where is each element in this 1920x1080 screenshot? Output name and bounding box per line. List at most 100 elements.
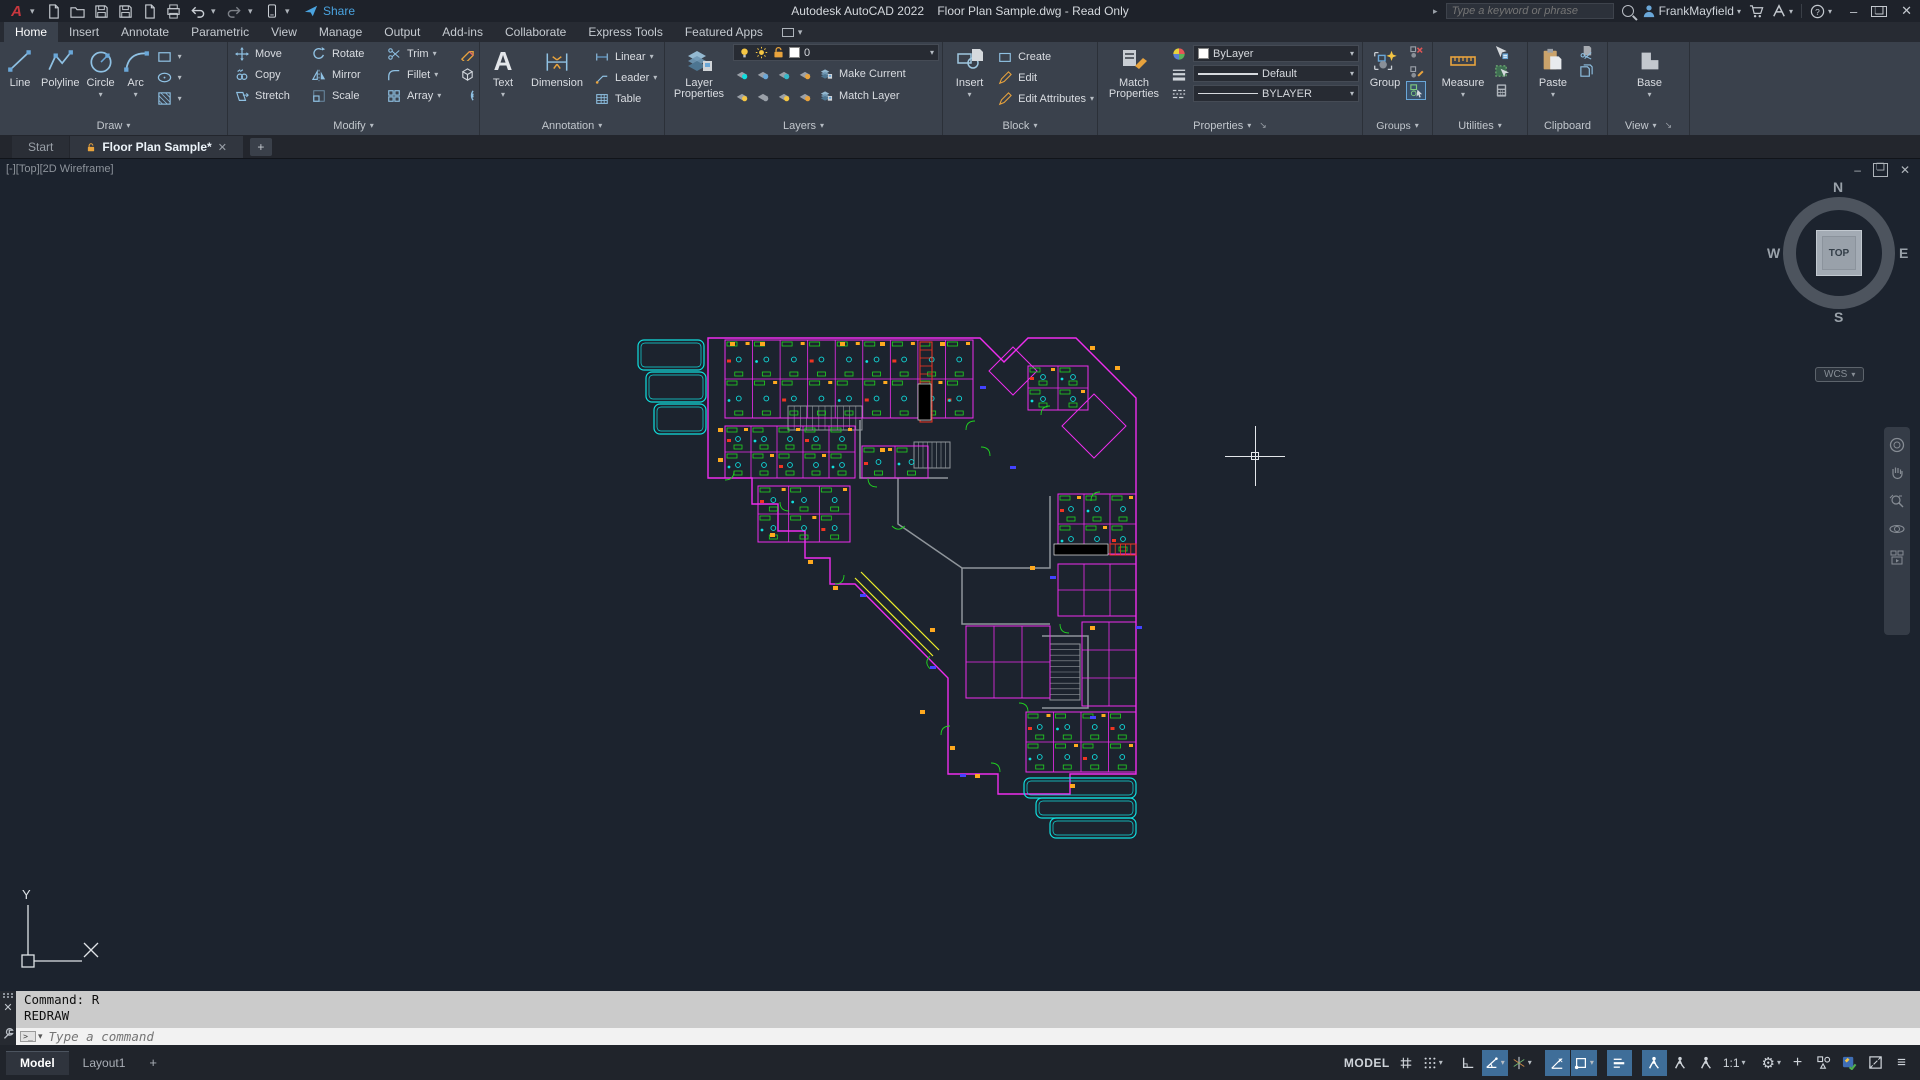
viewcube-top-face[interactable]: TOP <box>1816 230 1862 276</box>
sign-in-control[interactable]: FrankMayfield ▾ <box>1642 4 1741 18</box>
edit-block-button[interactable]: Edit <box>996 68 1094 87</box>
ribbon-tab-collaborate[interactable]: Collaborate <box>494 22 577 42</box>
wcs-menu[interactable]: WCS▾ <box>1815 367 1864 382</box>
leader-button[interactable]: Leader▾ <box>593 68 657 87</box>
ribbon-tab-parametric[interactable]: Parametric <box>180 22 260 42</box>
ribbon-tab-insert[interactable]: Insert <box>58 22 110 42</box>
ortho-toggle[interactable] <box>1456 1050 1481 1076</box>
line-button[interactable]: Line <box>5 44 35 90</box>
view-launcher-icon[interactable]: ↘ <box>1665 120 1673 131</box>
color-wheel-icon[interactable] <box>1170 45 1188 62</box>
undo-icon[interactable] <box>187 2 208 20</box>
customization-button[interactable]: ≡ <box>1889 1050 1914 1076</box>
table-button[interactable]: Table <box>593 89 657 108</box>
paste-button[interactable]: Paste ▾ <box>1533 44 1573 100</box>
panel-label-groups[interactable]: Groups▾ <box>1363 118 1432 135</box>
object-snap-toggle[interactable]: ▾ <box>1571 1050 1597 1076</box>
ribbon-tab-express-tools[interactable]: Express Tools <box>577 22 673 42</box>
viewport-controls[interactable]: [-][Top][2D Wireframe] <box>6 163 114 175</box>
layer-thaw-all-button[interactable] <box>775 87 793 104</box>
command-history[interactable]: Command: R REDRAW <box>16 991 1920 1028</box>
panel-label-modify[interactable]: Modify▾ <box>228 118 479 135</box>
layer-isolate-button[interactable] <box>754 65 772 82</box>
circle-button[interactable]: Circle ▾ <box>86 44 116 100</box>
autoscale-toggle[interactable] <box>1668 1050 1693 1076</box>
snap-toggle[interactable]: ▾ <box>1420 1050 1446 1076</box>
linetype-icon[interactable] <box>1170 85 1188 102</box>
plot-icon[interactable] <box>139 2 160 20</box>
open-file-icon[interactable] <box>67 2 88 20</box>
viewcube-south[interactable]: S <box>1834 309 1843 325</box>
properties-launcher-icon[interactable]: ↘ <box>1259 120 1267 131</box>
ribbon-tab-featured-apps[interactable]: Featured Apps <box>674 22 774 42</box>
save-as-icon[interactable] <box>115 2 136 20</box>
pan-icon[interactable] <box>1889 465 1905 481</box>
doc-close-button[interactable]: ✕ <box>1900 163 1910 177</box>
redo-icon[interactable] <box>224 2 245 20</box>
restore-button[interactable]: ❏ <box>1871 6 1887 17</box>
group-edit-button[interactable] <box>1407 63 1425 80</box>
panel-label-clipboard[interactable]: Clipboard <box>1528 118 1607 135</box>
scale-button[interactable]: Scale <box>310 86 383 105</box>
lineweight-icon[interactable] <box>1170 65 1188 82</box>
drawing-canvas[interactable]: [-][Top][2D Wireframe] – ❏ ✕ N W E S TOP… <box>0 158 1920 991</box>
annotation-scale-icon[interactable] <box>1694 1050 1719 1076</box>
ribbon-tab-annotate[interactable]: Annotate <box>110 22 180 42</box>
save-icon[interactable] <box>91 2 112 20</box>
object-snap-tracking-toggle[interactable] <box>1545 1050 1570 1076</box>
layer-on2-button[interactable] <box>733 87 751 104</box>
orbit-icon[interactable] <box>1889 521 1905 537</box>
isometric-drafting-toggle[interactable]: ▾ <box>1509 1050 1535 1076</box>
select-region-button[interactable] <box>1492 63 1510 80</box>
create-block-button[interactable]: Create <box>996 47 1094 66</box>
rectangle-button[interactable]: ▾ <box>156 47 182 66</box>
move-button[interactable]: Move <box>233 44 308 63</box>
match-properties-button[interactable]: Match Properties <box>1103 44 1165 101</box>
grid-toggle[interactable] <box>1394 1050 1419 1076</box>
command-close-icon[interactable]: ✕ <box>3 1001 12 1014</box>
edit-attributes-button[interactable]: Edit Attributes▾ <box>996 89 1094 108</box>
qat-customize-caret-icon[interactable]: ▾ <box>285 6 295 17</box>
viewcube-north[interactable]: N <box>1833 179 1843 195</box>
group-button[interactable]: Group <box>1365 44 1405 90</box>
layer-unisolate-button[interactable] <box>754 87 772 104</box>
stretch-button[interactable]: Stretch <box>233 86 308 105</box>
undo-caret-icon[interactable]: ▾ <box>211 6 221 17</box>
ribbon-tab-home[interactable]: Home <box>4 22 58 42</box>
application-menu-caret-icon[interactable]: ▾ <box>30 6 40 17</box>
command-tools-icon[interactable] <box>2 1027 15 1040</box>
application-menu-button[interactable]: A <box>6 2 27 20</box>
navigation-bar[interactable] <box>1884 427 1910 635</box>
command-input[interactable] <box>49 1029 1920 1044</box>
ribbon-display-toggle[interactable]: ▾ <box>774 22 811 42</box>
layer-properties-button[interactable]: Layer Properties <box>670 44 728 101</box>
panel-label-properties[interactable]: Properties▾↘ <box>1098 118 1362 135</box>
model-space-toggle[interactable]: MODEL <box>1341 1050 1393 1076</box>
viewcube[interactable]: N W E S TOP <box>1779 181 1899 331</box>
help-button[interactable]: ▾ <box>1810 4 1832 19</box>
command-prompt-icon[interactable]: >_▾ <box>20 1031 43 1042</box>
layer-off-button[interactable] <box>733 65 751 82</box>
workspace-switching-button[interactable]: ⚙▾ <box>1759 1050 1784 1076</box>
erase-button[interactable] <box>458 44 476 63</box>
panel-label-annotation[interactable]: Annotation▾ <box>480 118 664 135</box>
search-expand-icon[interactable]: ▸ <box>1433 6 1438 17</box>
share-button[interactable]: Share <box>304 4 355 18</box>
explode-button[interactable] <box>458 65 476 84</box>
search-icon[interactable] <box>1622 5 1634 17</box>
group-selection-toggle[interactable] <box>1407 82 1425 99</box>
quick-calculator-button[interactable] <box>1492 82 1510 99</box>
viewcube-west[interactable]: W <box>1767 245 1780 261</box>
new-drawing-tab-button[interactable]: + <box>250 138 272 156</box>
linear-dimension-button[interactable]: Linear▾ <box>593 47 657 66</box>
array-button[interactable]: Array▾ <box>385 86 456 105</box>
base-button[interactable]: Base ▾ <box>1628 44 1672 100</box>
showmotion-icon[interactable] <box>1889 549 1905 565</box>
trim-button[interactable]: Trim▾ <box>385 44 456 63</box>
navigation-wheel-icon[interactable] <box>1889 437 1905 453</box>
mobile-share-icon[interactable] <box>261 2 282 20</box>
ribbon-tab-addins[interactable]: Add-ins <box>431 22 494 42</box>
file-tab-start[interactable]: Start <box>12 136 69 158</box>
panel-label-view[interactable]: View▾↘ <box>1608 118 1689 135</box>
redo-caret-icon[interactable]: ▾ <box>248 6 258 17</box>
